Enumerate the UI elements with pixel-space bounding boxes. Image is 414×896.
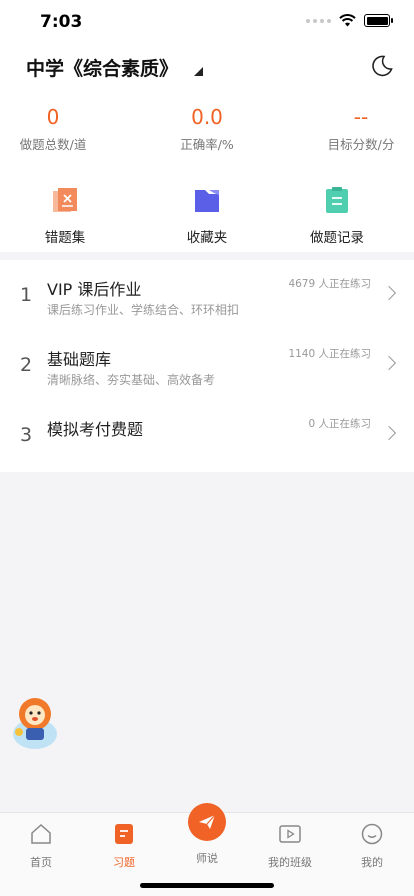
stat-accuracy: 0.0 正确率/% xyxy=(162,104,252,153)
tab-exercises[interactable]: 习题 xyxy=(89,823,159,870)
paper-plane-icon xyxy=(199,814,216,829)
home-icon xyxy=(31,823,51,844)
stat-target: -- 目标分数/分 xyxy=(316,104,406,153)
stat-total-value: 0 xyxy=(46,105,60,129)
stat-accuracy-value: 0.0 xyxy=(191,105,223,129)
status-icons xyxy=(306,14,393,27)
list-item-count: 1140 人正在练习 xyxy=(288,348,371,360)
list-item-vip-homework[interactable]: 1 VIP 课后作业 课后练习作业、学练结合、环环相扣 4679 人正在练习 xyxy=(0,260,414,330)
list-item-number: 1 xyxy=(20,284,33,306)
lion-mascot-icon[interactable] xyxy=(10,694,60,750)
stat-target-label: 目标分数/分 xyxy=(327,137,395,152)
wrong-questions-icon xyxy=(53,188,77,212)
stats-row: 0 做题总数/道 0.0 正确率/% -- 目标分数/分 xyxy=(0,104,414,154)
list-item-number: 3 xyxy=(20,424,33,446)
list-item-subtitle: 课后练习作业、学练结合、环环相扣 xyxy=(47,303,240,317)
list-item-count: 0 人正在练习 xyxy=(308,418,371,430)
tool-favorites-label: 收藏夹 xyxy=(186,230,228,246)
subject-selector[interactable]: 中学《综合素质》 xyxy=(26,54,204,81)
list-item-number: 2 xyxy=(20,354,33,376)
wifi-icon xyxy=(339,14,356,27)
battery-icon xyxy=(364,14,393,27)
tab-teacher-talk-label: 师说 xyxy=(196,852,218,865)
chevron-right-icon xyxy=(381,425,397,441)
home-indicator xyxy=(140,883,274,888)
list-item-title: VIP 课后作业 xyxy=(47,280,142,299)
dropdown-caret-icon xyxy=(194,67,204,76)
teacher-talk-send-button[interactable] xyxy=(188,803,226,841)
practice-list: 1 VIP 课后作业 课后练习作业、学练结合、环环相扣 4679 人正在练习 2… xyxy=(0,260,414,472)
stat-target-value: -- xyxy=(353,105,369,129)
tool-wrong-questions[interactable]: 错题集 xyxy=(20,186,110,246)
stat-total-label: 做题总数/道 xyxy=(19,137,87,152)
tool-records[interactable]: 做题记录 xyxy=(292,186,382,246)
list-item-title: 模拟考付费题 xyxy=(47,420,144,439)
video-play-icon xyxy=(279,825,301,843)
tool-records-label: 做题记录 xyxy=(310,230,364,246)
smile-icon xyxy=(361,823,383,845)
tab-me-label: 我的 xyxy=(361,856,383,869)
chevron-right-icon xyxy=(381,285,397,301)
tool-favorites[interactable]: 收藏夹 xyxy=(162,186,252,246)
stat-total: 0 做题总数/道 xyxy=(8,104,98,153)
tool-wrong-questions-label: 错题集 xyxy=(44,230,86,246)
list-item-subtitle: 清晰脉络、夯实基础、高效备考 xyxy=(47,373,216,387)
status-time: 7:03 xyxy=(40,12,83,32)
tab-my-class[interactable]: 我的班级 xyxy=(255,823,325,870)
stat-accuracy-label: 正确率/% xyxy=(180,137,234,152)
tab-exercises-label: 习题 xyxy=(113,856,135,869)
tab-my-class-label: 我的班级 xyxy=(268,856,312,869)
list-item-count: 4679 人正在练习 xyxy=(288,278,371,290)
records-clipboard-icon xyxy=(326,187,348,213)
list-item-basic-bank[interactable]: 2 基础题库 清晰脉络、夯实基础、高效备考 1140 人正在练习 xyxy=(0,330,414,400)
list-item-title: 基础题库 xyxy=(47,350,112,369)
signal-icon xyxy=(306,18,331,23)
chevron-right-icon xyxy=(381,355,397,371)
tab-me[interactable]: 我的 xyxy=(337,823,407,870)
list-item-mock-exam[interactable]: 3 模拟考付费题 0 人正在练习 xyxy=(0,400,414,470)
status-bar: 7:03 xyxy=(0,0,414,44)
favorites-folder-icon xyxy=(195,190,219,212)
tab-home-label: 首页 xyxy=(30,856,52,869)
exercises-icon xyxy=(115,824,133,844)
subject-title: 中学《综合素质》 xyxy=(26,58,179,80)
tab-home[interactable]: 首页 xyxy=(6,823,76,870)
night-mode-moon-icon[interactable] xyxy=(370,54,394,78)
